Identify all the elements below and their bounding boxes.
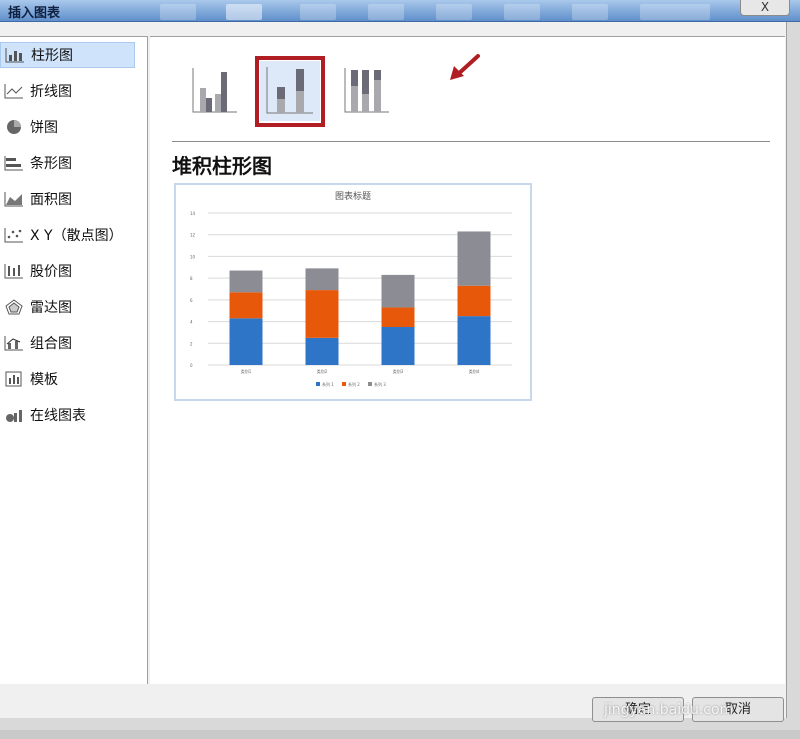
taskbar-strip: [0, 730, 800, 739]
background-ribbon-tab: [572, 4, 608, 20]
stacked-column-icon[interactable]: [260, 60, 320, 122]
bar-chart-icon: [4, 156, 23, 171]
bar-segment: [229, 270, 263, 293]
bar-segment: [457, 285, 491, 317]
sidebar-item-template[interactable]: 模板: [0, 366, 135, 392]
bar-segment: [381, 274, 415, 308]
background-ribbon-tab: [160, 4, 196, 20]
chart-type-title: 堆积柱形图: [172, 154, 272, 178]
background-ribbon-tab: [504, 4, 540, 20]
legend-swatch: [342, 382, 346, 386]
legend-label: 系列 2: [348, 381, 360, 387]
divider: [172, 141, 770, 142]
pie-chart-icon: [7, 120, 21, 134]
close-icon: X: [760, 0, 770, 14]
chart-preview[interactable]: 图表标题 0 2 4 6 8 10 12 14 类别1 类别2 类别3 类别4 系列 1 系列 2 系列 3: [174, 183, 532, 401]
background-ribbon-tab: [226, 4, 262, 20]
bar-segment: [229, 292, 263, 319]
sidebar-item-label: 在线图表: [30, 408, 86, 424]
bar-segment: [457, 316, 491, 365]
percent-stacked-column-icon[interactable]: [338, 60, 398, 120]
chart-type-sidebar: 柱形图 折线图 饼图 条形图 面积图 X Y（散点图） 股价图 雷达图 组合图 …: [0, 36, 148, 684]
sidebar-item-label: 雷达图: [30, 300, 72, 316]
sidebar-item-label: 组合图: [30, 336, 72, 352]
sidebar-item-stock[interactable]: 股价图: [0, 258, 135, 284]
online-chart-icon: [6, 410, 22, 422]
watermark-text: jingyan.baidu.com: [604, 702, 734, 718]
sidebar-item-scatter[interactable]: X Y（散点图）: [0, 222, 135, 248]
sidebar-item-area[interactable]: 面积图: [0, 186, 135, 212]
sidebar-item-label: 折线图: [30, 84, 72, 100]
sidebar-item-combo[interactable]: 组合图: [0, 330, 135, 356]
annotation-arrow-icon: [450, 54, 480, 80]
legend-swatch: [368, 382, 372, 386]
sidebar-item-line[interactable]: 折线图: [0, 78, 135, 104]
sidebar-item-label: 柱形图: [31, 48, 73, 64]
bar-segment: [229, 318, 263, 365]
sidebar-item-radar[interactable]: 雷达图: [0, 294, 135, 320]
y-tick-label: 4: [190, 320, 193, 325]
sidebar-item-label: 饼图: [30, 120, 58, 136]
background-ribbon-tab: [640, 4, 710, 20]
bar-segment: [305, 268, 339, 291]
y-tick-label: 12: [190, 233, 196, 238]
stacked-column-preview-chart: 图表标题 0 2 4 6 8 10 12 14 类别1 类别2 类别3 类别4 系列 1 系列 2 系列 3: [190, 190, 512, 387]
sidebar-item-column[interactable]: 柱形图: [0, 42, 135, 68]
sidebar-item-label: 条形图: [30, 156, 72, 172]
sidebar-item-bar[interactable]: 条形图: [0, 150, 135, 176]
x-tick-label: 类别1: [241, 368, 252, 374]
x-tick-label: 类别2: [317, 368, 328, 374]
combo-chart-icon: [4, 336, 23, 351]
legend-label: 系列 1: [322, 381, 334, 387]
background-ribbon-tab: [368, 4, 404, 20]
background-ribbon-tab: [300, 4, 336, 20]
sidebar-item-label: 模板: [30, 372, 58, 388]
area-chart-icon: [4, 192, 23, 207]
bar-segment: [305, 337, 339, 365]
clustered-column-icon[interactable]: [186, 60, 246, 120]
close-button[interactable]: X: [740, 0, 790, 16]
sidebar-item-label: X Y（散点图）: [30, 228, 123, 244]
x-tick-label: 类别4: [469, 368, 480, 374]
bar-segment: [381, 307, 415, 327]
background-ribbon-tab: [436, 4, 472, 20]
line-chart-icon: [4, 84, 23, 99]
sidebar-item-label: 股价图: [30, 264, 72, 280]
column-chart-icon: [5, 48, 24, 63]
bar-segment: [381, 327, 415, 365]
window-title-bar: 插入图表 X: [0, 0, 800, 22]
sidebar-item-pie[interactable]: 饼图: [0, 114, 135, 140]
y-tick-label: 2: [190, 341, 193, 346]
window-title: 插入图表: [8, 6, 61, 21]
sidebar-item-label: 面积图: [30, 192, 72, 208]
bar-segment: [457, 231, 491, 286]
radar-chart-icon: [5, 299, 23, 315]
stock-chart-icon: [4, 264, 23, 279]
legend-label: 系列 3: [374, 381, 386, 387]
y-tick-label: 10: [190, 254, 196, 259]
scatter-chart-icon: [4, 228, 23, 243]
template-icon: [5, 371, 22, 387]
sidebar-item-online[interactable]: 在线图表: [0, 402, 135, 428]
x-tick-label: 类别3: [393, 368, 404, 374]
y-tick-label: 6: [190, 298, 193, 303]
y-tick-label: 14: [190, 211, 196, 216]
legend-swatch: [316, 382, 320, 386]
chart-title: 图表标题: [335, 190, 371, 202]
bar-segment: [305, 290, 339, 338]
y-tick-label: 8: [190, 276, 193, 281]
y-tick-label: 0: [190, 363, 193, 368]
